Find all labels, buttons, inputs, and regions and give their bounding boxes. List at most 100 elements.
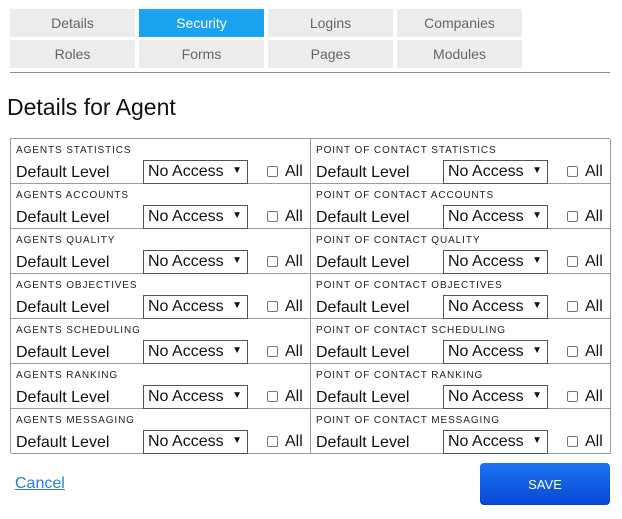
level-select-point-of-contact-messaging[interactable]: No Access ▼ <box>443 430 548 454</box>
level-select-value: No Access <box>448 163 524 180</box>
level-select-agents-scheduling[interactable]: No Access ▼ <box>143 340 248 364</box>
level-select-point-of-contact-scheduling[interactable]: No Access ▼ <box>443 340 548 364</box>
tabs-divider <box>10 72 610 73</box>
level-select-agents-quality[interactable]: No Access ▼ <box>143 250 248 274</box>
permission-title: AGENTS MESSAGING <box>16 415 135 426</box>
default-level-label: Default Level <box>16 434 110 451</box>
permission-title: AGENTS RANKING <box>16 370 119 381</box>
default-level-label: Default Level <box>16 254 110 271</box>
dropdown-arrow-icon: ▼ <box>532 165 542 176</box>
dropdown-arrow-icon: ▼ <box>532 210 542 221</box>
level-select-point-of-contact-ranking[interactable]: No Access ▼ <box>443 385 548 409</box>
permission-cell-point-of-contact-quality: POINT OF CONTACT QUALITY Default Level No … <box>311 229 611 274</box>
permission-cell-point-of-contact-ranking: POINT OF CONTACT RANKING Default Level No … <box>311 364 611 409</box>
permission-title: POINT OF CONTACT OBJECTIVES <box>316 280 503 291</box>
dropdown-arrow-icon: ▼ <box>232 435 242 446</box>
all-checkbox-point-of-contact-messaging[interactable] <box>567 436 578 447</box>
level-select-agents-ranking[interactable]: No Access ▼ <box>143 385 248 409</box>
default-level-label: Default Level <box>316 254 410 271</box>
all-label: All <box>585 208 603 225</box>
all-checkbox-point-of-contact-objectives[interactable] <box>567 301 578 312</box>
tab-logins[interactable]: Logins <box>268 9 393 37</box>
all-label: All <box>585 163 603 180</box>
permission-cell-point-of-contact-accounts: POINT OF CONTACT ACCOUNTS Default Level No… <box>311 184 611 229</box>
permission-cell-agents-accounts: AGENTS ACCOUNTS Default Level No Access ▼ Al… <box>11 184 311 229</box>
default-level-label: Default Level <box>16 209 110 226</box>
level-select-value: No Access <box>148 343 224 360</box>
all-label: All <box>285 163 303 180</box>
default-level-label: Default Level <box>316 299 410 316</box>
level-select-point-of-contact-objectives[interactable]: No Access ▼ <box>443 295 548 319</box>
level-select-value: No Access <box>448 388 524 405</box>
level-select-value: No Access <box>148 208 224 225</box>
dropdown-arrow-icon: ▼ <box>232 300 242 311</box>
level-select-value: No Access <box>148 163 224 180</box>
all-checkbox-agents-statistics[interactable] <box>267 166 278 177</box>
permission-cell-agents-quality: AGENTS QUALITY Default Level No Access ▼ All <box>11 229 311 274</box>
all-checkbox-point-of-contact-scheduling[interactable] <box>567 346 578 357</box>
default-level-label: Default Level <box>16 389 110 406</box>
tab-pages[interactable]: Pages <box>268 40 393 68</box>
permission-title: POINT OF CONTACT SCHEDULING <box>316 325 506 336</box>
dropdown-arrow-icon: ▼ <box>232 345 242 356</box>
save-button[interactable]: SAVE <box>480 463 610 505</box>
dropdown-arrow-icon: ▼ <box>532 435 542 446</box>
all-checkbox-agents-messaging[interactable] <box>267 436 278 447</box>
dropdown-arrow-icon: ▼ <box>232 165 242 176</box>
all-checkbox-agents-quality[interactable] <box>267 256 278 267</box>
default-level-label: Default Level <box>316 434 410 451</box>
all-checkbox-point-of-contact-ranking[interactable] <box>567 391 578 402</box>
all-label: All <box>285 343 303 360</box>
dropdown-arrow-icon: ▼ <box>232 210 242 221</box>
permission-title: AGENTS OBJECTIVES <box>16 280 138 291</box>
tab-modules[interactable]: Modules <box>397 40 522 68</box>
default-level-label: Default Level <box>316 209 410 226</box>
tab-roles[interactable]: Roles <box>10 40 135 68</box>
tab-details[interactable]: Details <box>10 9 135 37</box>
all-checkbox-agents-objectives[interactable] <box>267 301 278 312</box>
permission-title: AGENTS ACCOUNTS <box>16 190 129 201</box>
permission-cell-agents-ranking: AGENTS RANKING Default Level No Access ▼ All <box>11 364 311 409</box>
level-select-point-of-contact-statistics[interactable]: No Access ▼ <box>443 160 548 184</box>
permission-title: POINT OF CONTACT STATISTICS <box>316 145 497 156</box>
level-select-agents-accounts[interactable]: No Access ▼ <box>143 205 248 229</box>
level-select-agents-statistics[interactable]: No Access ▼ <box>143 160 248 184</box>
all-label: All <box>285 298 303 315</box>
all-checkbox-point-of-contact-quality[interactable] <box>567 256 578 267</box>
cancel-link[interactable]: Cancel <box>15 475 65 493</box>
default-level-label: Default Level <box>16 164 110 181</box>
level-select-point-of-contact-accounts[interactable]: No Access ▼ <box>443 205 548 229</box>
all-checkbox-point-of-contact-accounts[interactable] <box>567 211 578 222</box>
level-select-value: No Access <box>448 298 524 315</box>
default-level-label: Default Level <box>316 389 410 406</box>
all-label: All <box>585 433 603 450</box>
all-checkbox-point-of-contact-statistics[interactable] <box>567 166 578 177</box>
all-checkbox-agents-ranking[interactable] <box>267 391 278 402</box>
dropdown-arrow-icon: ▼ <box>532 255 542 266</box>
permission-title: POINT OF CONTACT ACCOUNTS <box>316 190 495 201</box>
permission-cell-agents-messaging: AGENTS MESSAGING Default Level No Access ▼ A… <box>11 409 311 454</box>
permission-title: POINT OF CONTACT RANKING <box>316 370 484 381</box>
all-checkbox-agents-scheduling[interactable] <box>267 346 278 357</box>
level-select-value: No Access <box>148 433 224 450</box>
all-label: All <box>585 253 603 270</box>
default-level-label: Default Level <box>16 344 110 361</box>
level-select-agents-messaging[interactable]: No Access ▼ <box>143 430 248 454</box>
level-select-value: No Access <box>148 298 224 315</box>
all-label: All <box>285 388 303 405</box>
permission-title: AGENTS QUALITY <box>16 235 116 246</box>
tab-security[interactable]: Security <box>139 9 264 37</box>
level-select-agents-objectives[interactable]: No Access ▼ <box>143 295 248 319</box>
all-label: All <box>585 388 603 405</box>
tab-row-1: Details Security Logins Companies <box>10 9 610 37</box>
all-label: All <box>585 298 603 315</box>
default-level-label: Default Level <box>316 164 410 181</box>
permission-cell-point-of-contact-objectives: POINT OF CONTACT OBJECTIVES Default Level… <box>311 274 611 319</box>
tab-companies[interactable]: Companies <box>397 9 522 37</box>
default-level-label: Default Level <box>16 299 110 316</box>
tab-forms[interactable]: Forms <box>139 40 264 68</box>
level-select-value: No Access <box>148 388 224 405</box>
dropdown-arrow-icon: ▼ <box>532 300 542 311</box>
all-checkbox-agents-accounts[interactable] <box>267 211 278 222</box>
level-select-point-of-contact-quality[interactable]: No Access ▼ <box>443 250 548 274</box>
